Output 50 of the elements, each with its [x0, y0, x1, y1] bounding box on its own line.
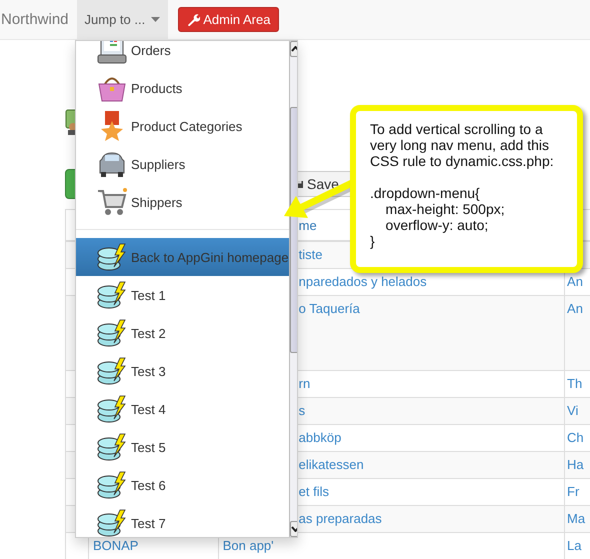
menu-item[interactable]: Test 3	[76, 352, 289, 390]
table-cell[interactable]: An	[567, 301, 583, 316]
table-cell[interactable]: elikatessen	[298, 457, 364, 472]
menu-item[interactable]: Test 7	[76, 504, 289, 537]
table-cell[interactable]: BONAP	[92, 538, 138, 553]
table-cell[interactable]: Fr	[567, 484, 580, 499]
table-cell[interactable]: as preparadas	[298, 511, 382, 526]
database-lightning-icon	[96, 281, 128, 309]
table-cell[interactable]: Vi	[567, 403, 578, 418]
menu-item[interactable]: Test 2	[76, 314, 289, 352]
table-cell[interactable]: s	[298, 403, 306, 418]
cart-icon	[96, 187, 128, 217]
callout-text: To add vertical scrolling to a very long nav menu, add this CSS rule to dynamic.css.php:	[370, 121, 555, 169]
menu-item[interactable]: Back to AppGini homepage	[76, 238, 289, 276]
table-cell[interactable]: abbköp	[298, 430, 342, 445]
table-cell[interactable]: La	[567, 538, 582, 553]
menu-item[interactable]: Test 6	[76, 466, 289, 504]
table-cell[interactable]: rn	[298, 376, 310, 391]
database-lightning-icon	[96, 243, 128, 271]
scrollbar[interactable]	[288, 41, 297, 537]
menu-item[interactable]: Test 4	[76, 390, 289, 428]
menu-item[interactable]: Orders	[76, 41, 289, 69]
code-snippet: .dropdown-menu{ max-height: 500px; overflow-y: auto; }	[370, 185, 506, 249]
menu-item[interactable]: Test 1	[76, 276, 289, 314]
database-lightning-icon	[96, 395, 128, 423]
table-cell[interactable]: Ha	[567, 457, 584, 472]
table-cell[interactable]: nparedados y helados	[298, 274, 427, 289]
table-cell[interactable]: Ch	[567, 430, 584, 445]
database-lightning-icon	[96, 509, 128, 537]
menu-item[interactable]: Suppliers	[76, 145, 289, 183]
table-cell[interactable]: Bon app'	[222, 538, 274, 553]
database-lightning-icon	[96, 319, 128, 347]
table-cell[interactable]: Th	[567, 376, 582, 391]
jump-menu[interactable]: Jump to ...	[76, 0, 168, 40]
menu-item[interactable]: Test 5	[76, 428, 289, 466]
menu-item[interactable]: Products	[76, 69, 289, 107]
table-cell[interactable]: Ma	[567, 511, 586, 526]
table-cell[interactable]: o Taquería	[298, 301, 360, 316]
table-cell[interactable]: et fils	[298, 484, 330, 499]
database-lightning-icon	[96, 357, 128, 385]
wrench-icon	[187, 13, 200, 26]
brand-link[interactable]: Northwind	[0, 11, 75, 28]
database-lightning-icon	[96, 471, 128, 499]
menu-item[interactable]: Product Categories	[76, 107, 289, 145]
menu-item[interactable]: Shippers	[76, 183, 289, 221]
admin-button[interactable]: Admin Area	[178, 7, 280, 32]
table-cell[interactable]: An	[567, 274, 583, 289]
caret-icon	[151, 17, 160, 22]
table-cell[interactable]: tiste	[298, 247, 323, 262]
database-lightning-icon	[96, 433, 128, 461]
